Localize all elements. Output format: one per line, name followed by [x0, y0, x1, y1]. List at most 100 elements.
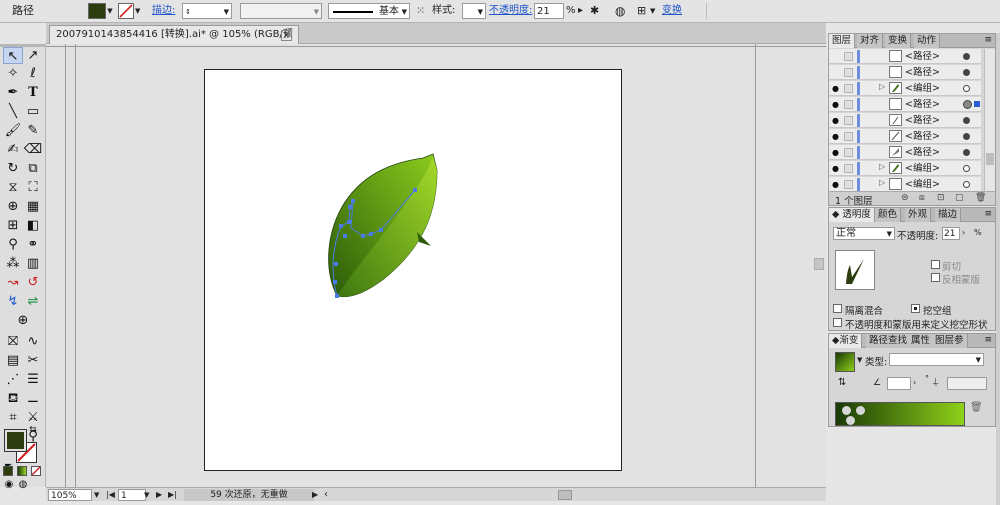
next-artboard-icon[interactable]: ▶ [156, 489, 162, 501]
warp-tool-icon[interactable]: ↝ [3, 274, 23, 291]
chevron-down-icon[interactable]: ▼ [650, 3, 655, 19]
tab-appearance[interactable]: 外观 [905, 208, 932, 222]
clipping-mask-icon[interactable]: ⧈ [919, 193, 925, 203]
crosshair-icon[interactable]: ⊕ [13, 312, 33, 329]
layer-row[interactable]: ● <路径> [829, 145, 981, 160]
artboard-field[interactable]: 1 [118, 489, 146, 501]
gradient-stop-icon[interactable] [856, 406, 865, 415]
shape-builder-icon[interactable]: ⊕ [3, 198, 23, 215]
fill-dropdown-icon[interactable]: ▼ [106, 3, 114, 19]
chevron-down-icon[interactable]: ▼ [144, 489, 149, 501]
selection-tool-icon[interactable]: ↖ [3, 47, 23, 64]
scrollbar-thumb[interactable] [986, 153, 994, 165]
target-icon[interactable] [963, 181, 970, 188]
new-layer-icon[interactable]: ▢ [955, 193, 964, 203]
scale-tool-icon[interactable]: ⧉ [23, 160, 43, 177]
gradient-preview-swatch[interactable] [835, 352, 855, 372]
eye-icon[interactable]: ● [832, 116, 841, 125]
aspect-ratio-field[interactable] [947, 377, 987, 390]
gradient-tool-icon[interactable]: ◧ [23, 217, 43, 234]
mesh-tool-icon[interactable]: ⊞ [3, 217, 23, 234]
target-icon[interactable] [963, 53, 970, 60]
measure-tool-icon[interactable]: ⚊ [23, 390, 43, 407]
clip-checkbox[interactable] [931, 260, 940, 269]
stroke-swatch[interactable] [118, 3, 134, 19]
gradient-mode-icon[interactable] [17, 466, 27, 476]
panel-menu-icon[interactable]: ≡ [984, 209, 992, 219]
screen-mode-icon[interactable]: ◍ [16, 480, 30, 490]
type-tool-icon[interactable]: T [23, 84, 43, 101]
globe-icon[interactable]: ◍ [615, 3, 625, 19]
color-mode-icon[interactable] [3, 466, 13, 476]
bloat-tool-icon[interactable]: ⇌ [23, 293, 43, 310]
layer-row[interactable]: ● <路径> [829, 97, 981, 112]
blend-tool-icon[interactable]: ⚭ [23, 236, 43, 253]
eye-icon[interactable]: ● [832, 84, 841, 93]
layer-row[interactable]: ● <路径> [829, 129, 981, 144]
knockout-group-checkbox[interactable] [911, 304, 920, 313]
free-transform-icon[interactable]: ⛶ [23, 179, 43, 196]
twirl-tool-icon[interactable]: ↺ [23, 274, 43, 291]
pen-tool-icon[interactable]: ✒ [3, 84, 23, 101]
width-tool-icon[interactable]: ⧖ [3, 179, 23, 196]
locate-object-icon[interactable]: ⊜ [901, 193, 909, 203]
eraser-icon[interactable]: ⌫ [23, 141, 43, 158]
last-artboard-icon[interactable]: ▶| [168, 489, 177, 501]
close-icon[interactable]: ✕ [281, 30, 292, 41]
chevron-down-icon[interactable]: ▼ [857, 356, 862, 364]
expand-icon[interactable]: ▷ [879, 82, 885, 91]
target-icon[interactable] [963, 149, 970, 156]
target-icon[interactable] [963, 133, 970, 140]
delete-stop-icon[interactable]: 🗑 [970, 402, 983, 413]
target-icon[interactable] [963, 165, 970, 172]
tab-color[interactable]: 颜色 [875, 208, 902, 222]
panel-menu-icon[interactable]: ≡ [984, 35, 992, 45]
lock-box[interactable] [844, 100, 853, 109]
tab-actions[interactable]: 动作 [914, 34, 941, 48]
paint-bucket-icon[interactable]: ⛾ [3, 390, 23, 407]
tab-gradient[interactable]: ◆渐变 [829, 334, 863, 348]
lock-box[interactable] [844, 164, 853, 173]
none-mode-icon[interactable] [31, 466, 41, 476]
layer-row[interactable]: <路径> [829, 49, 981, 64]
grid-tool-icon[interactable]: ▤ [3, 352, 23, 369]
layer-row[interactable]: ● ▷ <编组> [829, 177, 981, 192]
tab-layers[interactable]: 图层 [829, 34, 856, 48]
list-icon[interactable]: ☰ [23, 371, 43, 388]
column-graph-icon[interactable]: ▥ [23, 255, 43, 272]
scissors-icon[interactable]: ✂ [23, 352, 43, 369]
zoom-field[interactable]: 105% [48, 489, 92, 501]
perspective-grid-icon[interactable]: ▦ [23, 198, 43, 215]
document-tab[interactable]: 2007910143854416 [转换].ai* @ 105% (RGB/预览… [49, 25, 299, 58]
gradient-stop-icon[interactable] [842, 406, 851, 415]
paintbrush-icon[interactable]: 🖌 [3, 122, 23, 139]
opacity-arrow-icon[interactable]: ▸ [578, 3, 583, 19]
eye-icon[interactable]: ● [832, 100, 841, 109]
fill-swatch[interactable] [88, 3, 106, 19]
chevron-down-icon[interactable]: ▼ [94, 489, 99, 501]
leaf-artwork[interactable] [325, 150, 445, 300]
layer-row[interactable]: <路径> [829, 65, 981, 80]
selection-indicator-icon[interactable] [974, 101, 980, 107]
layer-row[interactable]: ● ▷ <编组> [829, 81, 981, 96]
crop-icon[interactable]: ⌗ [3, 409, 23, 426]
invert-mask-checkbox[interactable] [931, 273, 940, 282]
lock-box[interactable] [844, 180, 853, 189]
horizontal-scrollbar-thumb[interactable] [558, 490, 572, 500]
panel-menu-icon[interactable]: ≡ [984, 335, 992, 345]
target-icon[interactable] [963, 100, 972, 109]
tab-stroke[interactable]: 描边 [935, 208, 962, 222]
swap-colors-icon[interactable]: ⇆ [26, 425, 40, 435]
eye-icon[interactable]: ● [832, 164, 841, 173]
opacity-arrow-icon[interactable]: › [962, 228, 965, 237]
layer-row[interactable]: ● <路径> [829, 113, 981, 128]
knife-icon[interactable]: ⚔ [23, 409, 43, 426]
status-menu-icon[interactable]: ▶ [312, 489, 318, 501]
eye-icon[interactable]: ● [832, 132, 841, 141]
scroll-left-icon[interactable]: ‹ [324, 489, 328, 501]
opacity-mask-thumbnail[interactable] [835, 250, 875, 290]
angle-arrow-icon[interactable]: › [913, 378, 916, 387]
opacity-field[interactable]: 21 [534, 3, 564, 19]
layer-row[interactable]: ● ▷ <编组> [829, 161, 981, 176]
expand-icon[interactable]: ▷ [879, 162, 885, 171]
